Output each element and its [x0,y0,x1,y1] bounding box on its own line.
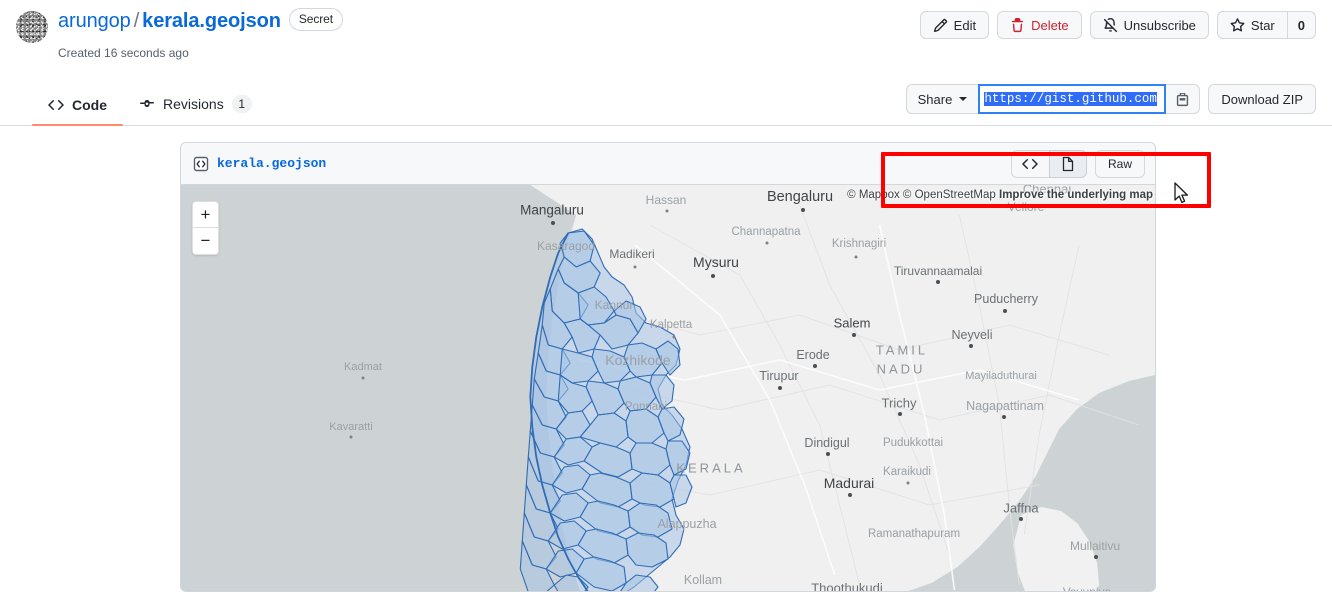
zoom-out-button[interactable]: − [193,228,218,254]
avatar[interactable] [16,11,48,43]
unsubscribe-button[interactable]: Unsubscribe [1089,11,1209,39]
file-name-link[interactable]: kerala.geojson [217,156,326,171]
edit-button[interactable]: Edit [919,11,990,39]
geojson-map[interactable]: + − © Mapbox © OpenStreetMap Improve the… [181,185,1155,591]
file-icon [1060,156,1076,172]
unsubscribe-button-label: Unsubscribe [1123,17,1196,33]
page-title: arungop / kerala.geojson Secret [58,8,343,34]
tab-revisions-label: Revisions [163,96,224,112]
revisions-count: 1 [231,95,252,113]
share-dropdown-button[interactable]: Share [905,84,979,114]
share-url-input[interactable] [978,84,1167,114]
title-separator: / [133,10,140,32]
tab-code-label: Code [72,97,107,113]
file-box: kerala.geojson Raw + − © Mapbox © OpenSt… [180,142,1156,592]
view-rendered-button[interactable] [1048,149,1087,178]
star-button-label: Star [1250,17,1275,33]
improve-map-link[interactable]: Improve the underlying map [999,189,1153,201]
file-name-block: kerala.geojson [193,156,326,172]
download-zip-button[interactable]: Download ZIP [1208,84,1316,114]
zoom-in-button[interactable]: + [193,202,218,228]
delete-button[interactable]: Delete [997,11,1082,39]
clipboard-icon [1175,92,1190,107]
tab-code[interactable]: Code [32,97,123,126]
map-attribution-text: © Mapbox © OpenStreetMap [847,189,996,201]
file-header: kerala.geojson Raw [181,143,1155,185]
star-count[interactable]: 0 [1286,11,1316,39]
created-timestamp: Created 16 seconds ago [58,46,189,60]
map-zoom-controls: + − [192,201,219,255]
git-commit-icon [139,96,155,112]
code-icon [48,97,64,113]
copy-url-button[interactable] [1166,84,1201,114]
delete-button-label: Delete [1031,17,1069,33]
map-canvas [181,185,1155,591]
star-button-group: Star 0 [1216,11,1316,39]
bell-slash-icon [1103,17,1118,33]
share-button-label: Share [917,91,953,107]
gist-title-block: arungop / kerala.geojson Secret [16,8,343,43]
view-source-button[interactable] [1010,149,1049,178]
file-view-toggle: Raw [1010,149,1145,178]
trash-icon [1010,17,1025,33]
header-row: arungop / kerala.geojson Secret Edit Delete [16,8,1316,43]
header-actions: Edit Delete Unsubscribe Star 0 [919,11,1316,39]
edit-button-label: Edit [953,17,977,33]
star-button[interactable]: Star [1216,11,1287,39]
gist-content: kerala.geojson Raw + − © Mapbox © OpenSt… [0,126,1332,592]
star-icon [1230,17,1245,33]
gist-name-link[interactable]: kerala.geojson [142,10,281,32]
gist-header: arungop / kerala.geojson Secret Edit Delete [0,0,1332,78]
pencil-icon [933,18,948,33]
owner-link[interactable]: arungop [58,10,131,32]
tab-revisions[interactable]: Revisions 1 [123,95,268,125]
share-toolbar: Share Download ZIP [905,84,1316,114]
gist-tabs: Code Revisions 1 Share Download ZIP [0,78,1332,208]
view-mode-group [1010,149,1087,178]
map-attribution: © Mapbox © OpenStreetMap Improve the und… [847,189,1153,201]
code-file-icon [193,156,209,172]
status-badge: Secret [288,8,343,31]
share-url-group: Share [905,84,1201,114]
code-icon [1022,156,1039,172]
raw-button[interactable]: Raw [1094,149,1145,178]
chevron-down-icon [959,97,968,101]
